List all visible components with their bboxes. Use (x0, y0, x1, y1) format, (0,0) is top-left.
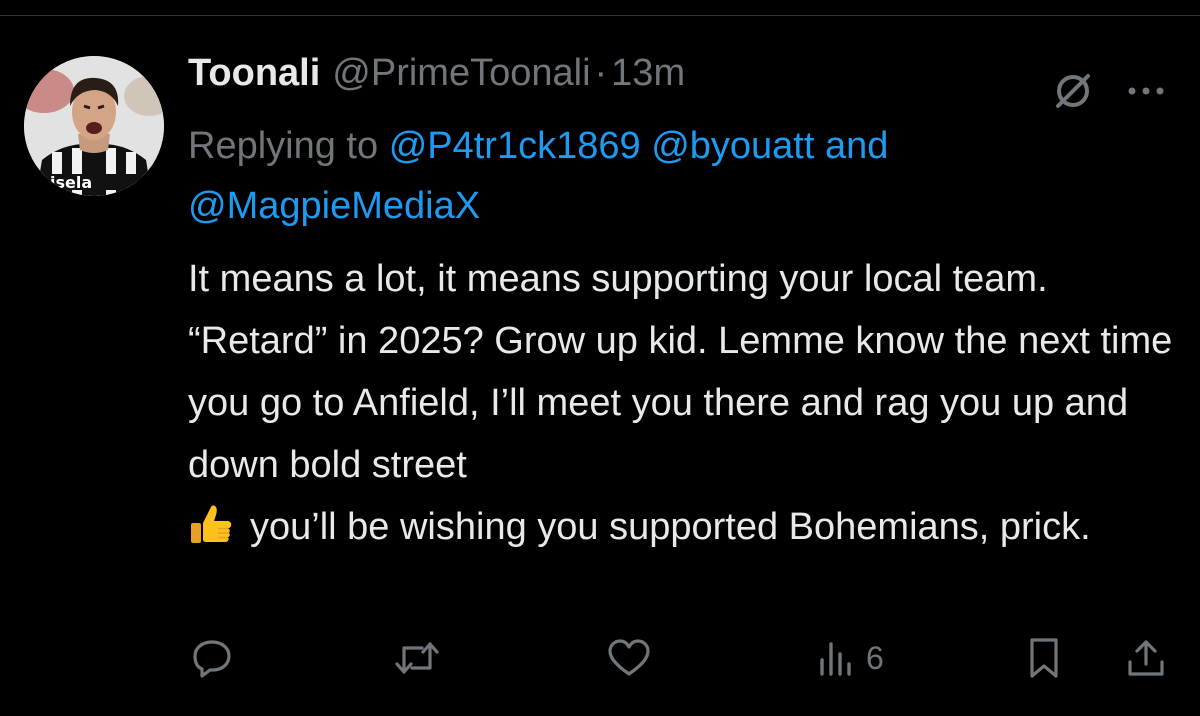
separator: · (594, 52, 608, 94)
tweet[interactable]: isela Toonali @PrimeToonali · 13m Replyi… (0, 16, 1200, 716)
views-count: 6 (866, 639, 884, 676)
mention-link[interactable]: @byouatt (651, 125, 814, 167)
share-button[interactable] (1124, 628, 1168, 688)
thumbs-up-emoji (188, 501, 234, 547)
retweet-icon (392, 636, 442, 680)
avatar-sponsor-text: isela (50, 173, 92, 192)
top-divider (0, 0, 1200, 16)
tweet-body: It means a lot, it means supporting your… (188, 248, 1188, 558)
grok-icon[interactable] (1052, 70, 1094, 112)
replying-to: Replying to @P4tr1ck1869 @byouatt and @M… (188, 116, 1168, 236)
reply-icon (190, 636, 234, 680)
reply-button[interactable] (190, 628, 234, 688)
tweet-text-part1: It means a lot, it means supporting your… (188, 258, 1183, 486)
retweet-button[interactable] (392, 628, 442, 688)
user-handle[interactable]: @PrimeToonali (332, 52, 590, 95)
display-name[interactable]: Toonali (188, 52, 320, 95)
heart-icon (606, 636, 652, 680)
mention-link[interactable]: @P4tr1ck1869 (389, 125, 641, 167)
bookmark-icon (1024, 636, 1064, 680)
replying-to-label: Replying to (188, 125, 379, 167)
mention-and[interactable]: and (825, 125, 888, 167)
views-button[interactable]: 6 (816, 628, 884, 688)
action-bar: 6 (0, 628, 1200, 688)
timestamp[interactable]: 13m (611, 52, 685, 95)
tweet-text-part2: you’ll be wishing you supported Bohemian… (250, 506, 1091, 548)
mention-link[interactable]: @MagpieMediaX (188, 185, 480, 227)
views-icon (816, 636, 856, 680)
share-icon (1124, 636, 1168, 680)
avatar[interactable]: isela (24, 56, 164, 196)
tweet-header: Toonali @PrimeToonali · 13m (188, 52, 685, 102)
bookmark-button[interactable] (1024, 628, 1064, 688)
more-options-icon[interactable] (1122, 76, 1170, 106)
like-button[interactable] (606, 628, 652, 688)
